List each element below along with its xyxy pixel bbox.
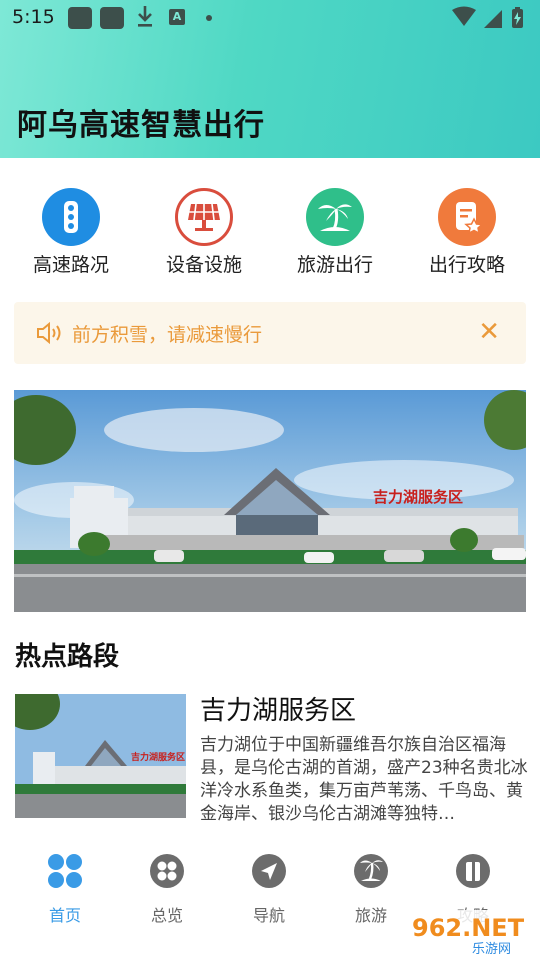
hot-road-description: 吉力湖位于中国新疆维吾尔族自治区福海县，是乌伦古湖的首湖，盛产23种名贵北冰洋冷… [200, 735, 528, 824]
nav-overview[interactable]: 总览 [127, 852, 207, 926]
quick-item-travel[interactable]: 旅游出行 [280, 188, 390, 277]
home-grid-icon [46, 852, 84, 890]
status-time: 5:15 [12, 6, 55, 28]
nav-label: 旅游 [354, 906, 387, 925]
section-title: 热点路段 [15, 642, 120, 672]
nav-label: 总览 [150, 906, 183, 925]
download-icon [137, 4, 153, 34]
nav-travel[interactable]: 旅游 [331, 852, 411, 926]
close-icon[interactable]: ✕ [478, 318, 500, 346]
quick-item-guide[interactable]: 出行攻略 [412, 188, 522, 277]
hot-road-name: 吉力湖服务区 [200, 696, 357, 726]
more-notifications-icon [206, 15, 212, 21]
quick-label: 旅游出行 [296, 254, 373, 276]
system-status-icons [450, 6, 530, 34]
quick-label: 高速路况 [32, 254, 109, 276]
svg-text:962.NET: 962.NET [412, 914, 525, 942]
navigation-icon [250, 852, 288, 890]
watermark-logo: 962.NET 乐游网 [402, 906, 536, 958]
hot-road-thumbnail: 吉力湖服务区 [15, 694, 186, 818]
nav-navigation[interactable]: 导航 [229, 852, 309, 926]
status-bar: 5:15 A [0, 0, 540, 36]
banner-sign-text: 吉力湖服务区 [373, 488, 463, 506]
traffic-light-icon [42, 188, 100, 246]
nav-label: 导航 [252, 906, 285, 925]
solar-panel-icon [175, 188, 233, 246]
banner-image[interactable]: 吉力湖服务区 [14, 390, 526, 612]
notice-bar: 前方积雪，请减速慢行 ✕ [14, 302, 526, 364]
guide-book-icon [438, 188, 496, 246]
speaker-icon [36, 321, 64, 348]
svg-text:乐游网: 乐游网 [472, 942, 511, 957]
notification-app-icon [100, 7, 124, 29]
nav-home[interactable]: 首页 [25, 852, 105, 926]
notification-app-icon [68, 7, 92, 29]
wifi-icon [452, 6, 476, 26]
hot-road-card[interactable]: 吉力湖服务区 吉力湖服务区 吉力湖位于中国新疆维吾尔族自治区福海县，是乌伦古湖的… [15, 690, 528, 824]
notice-text: 前方积雪，请减速慢行 [72, 324, 263, 346]
quick-item-facilities[interactable]: 设备设施 [149, 188, 259, 277]
signal-icon [484, 10, 502, 28]
guide-icon [454, 852, 492, 890]
nav-label: 首页 [48, 906, 81, 925]
quick-label: 设备设施 [165, 254, 242, 276]
overview-icon [148, 852, 186, 890]
palm-tree-icon [306, 188, 364, 246]
quick-menu: 高速路况 设备设施 旅游出行 出行攻略 [0, 188, 540, 278]
quick-item-traffic[interactable]: 高速路况 [16, 188, 126, 277]
travel-icon [352, 852, 390, 890]
keyboard-icon: A [169, 9, 185, 25]
header: 5:15 A 阿乌高速智慧出行 [0, 0, 540, 158]
quick-label: 出行攻略 [428, 254, 505, 276]
thumbnail-sign-text: 吉力湖服务区 [131, 751, 185, 763]
app-title: 阿乌高速智慧出行 [17, 108, 265, 143]
